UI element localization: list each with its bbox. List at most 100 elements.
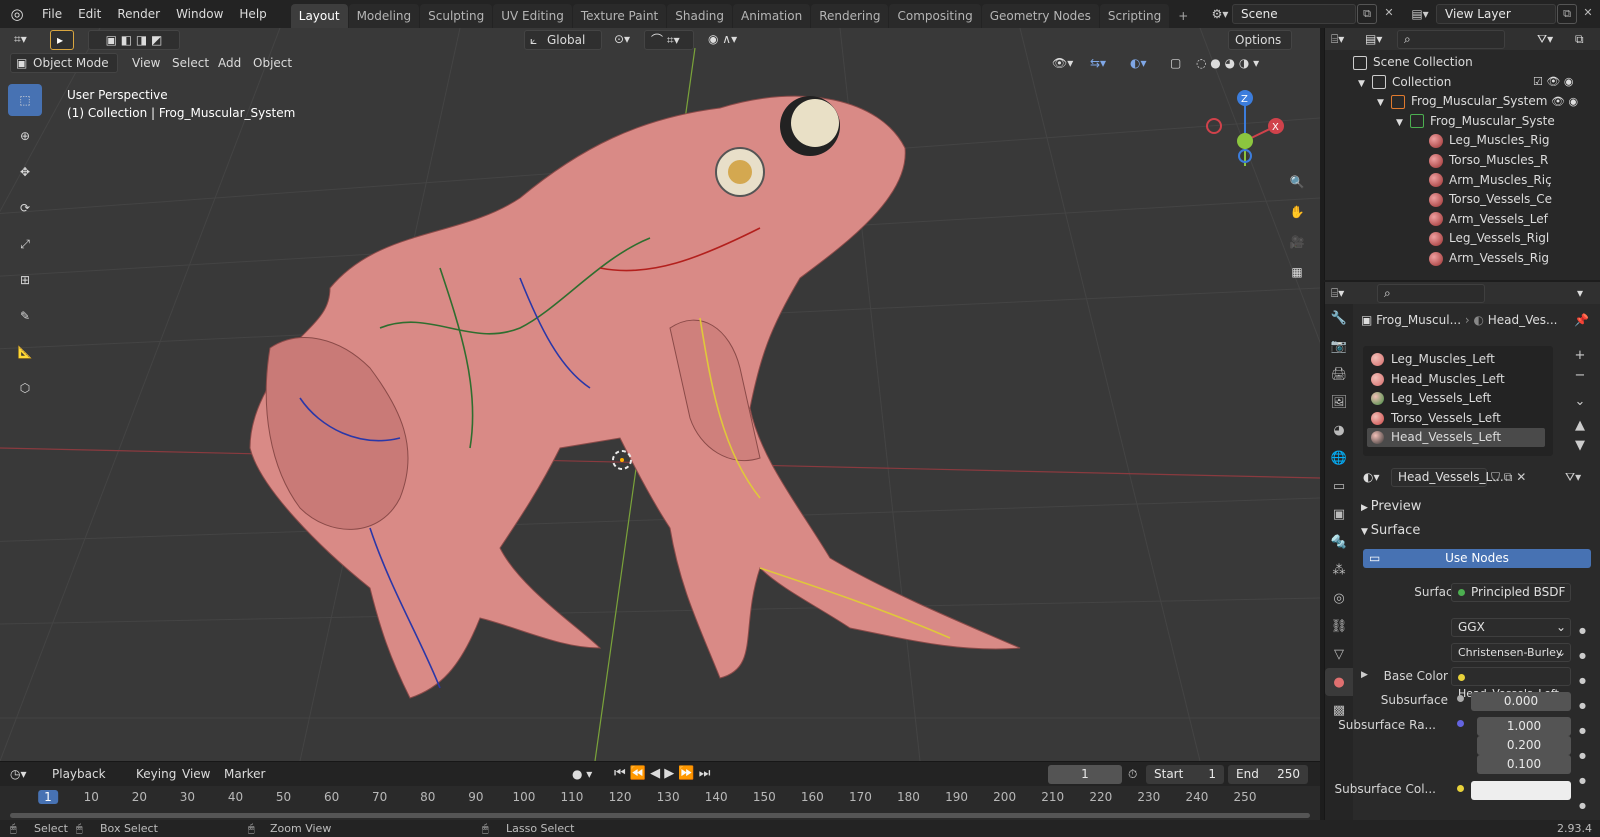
view-layer-name-field[interactable]: View Layer — [1436, 4, 1556, 24]
3d-viewport[interactable]: ⌗▾ ▸ ▣ ◧ ◨ ◩ ⟀ Global ⊙▾ ⌒ ⌗▾ ◉ ∧▾ Optio… — [0, 28, 1320, 761]
delete-scene-icon[interactable]: ✕ — [1379, 4, 1399, 24]
editor-type-icon[interactable]: ⌗▾ — [8, 30, 40, 50]
add-slot-icon[interactable]: + — [1571, 346, 1589, 366]
outliner-row[interactable]: Arm_Vessels_Lef — [1325, 209, 1600, 229]
properties-editor-type-icon[interactable]: ⌸▾ — [1331, 283, 1344, 303]
gizmo-toggle-icon[interactable]: ⇆▾ — [1090, 53, 1122, 73]
transform-tool-icon[interactable]: ⊞ — [8, 264, 42, 296]
object-mode-dropdown[interactable]: ▣ Object Mode — [10, 53, 118, 73]
menu-object[interactable]: Object — [253, 53, 292, 73]
pivot-point-dropdown[interactable]: ⊙▾ — [608, 30, 638, 50]
start-frame-field[interactable]: Start 1 — [1146, 765, 1224, 784]
render-tab-icon[interactable]: 📷 — [1325, 332, 1353, 360]
tab-layout[interactable]: Layout — [290, 4, 348, 28]
display-mode-icon[interactable]: ▤▾ — [1365, 29, 1382, 49]
transform-orientation-dropdown[interactable]: ⟀ Global — [524, 30, 602, 50]
current-frame-field[interactable]: 1 — [1048, 765, 1122, 784]
subsurface-value-field[interactable]: 0.000 — [1471, 692, 1571, 711]
scene-selector-icon[interactable]: ⚙▾ — [1205, 4, 1235, 24]
tab-animation[interactable]: Animation — [733, 4, 811, 28]
move-slot-down-icon[interactable]: ▼ — [1571, 436, 1589, 456]
distribution-dropdown[interactable]: GGX ⌄ — [1451, 618, 1571, 637]
scale-tool-icon[interactable]: ⤢ — [8, 228, 42, 260]
ortho-grid-icon[interactable]: ▦ — [1283, 258, 1311, 286]
move-tool-icon[interactable]: ✥ — [8, 156, 42, 188]
material-slot[interactable]: Leg_Vessels_Left — [1367, 389, 1545, 408]
material-slot[interactable]: Head_Vessels_Left — [1367, 428, 1545, 448]
frame-ruler[interactable]: 1 10 20 30 40 50 60 70 80 90 100 110 120 130 140 150 160… — [0, 786, 1320, 810]
menu-keying[interactable]: Keying — [136, 764, 176, 784]
material-link-icon[interactable]: ⛛▾ — [1565, 468, 1595, 487]
outliner-row[interactable]: Arm_Muscles_Riç — [1325, 170, 1600, 190]
timeline-editor[interactable]: ◷▾ Playback Keying View Marker ● ▾ ⏮ ⏪ ◀… — [0, 761, 1320, 820]
view-layer-selector-icon[interactable]: ▤▾ — [1405, 4, 1435, 24]
tab-texture-paint[interactable]: Texture Paint — [572, 4, 667, 28]
menu-marker[interactable]: Marker — [224, 764, 265, 784]
options-dropdown[interactable]: Options — [1228, 30, 1292, 50]
menu-timeline-view[interactable]: View — [182, 764, 210, 784]
outliner-editor-type-icon[interactable]: ⌸▾ — [1331, 29, 1344, 49]
stopwatch-icon[interactable]: ⏱ — [1128, 764, 1137, 784]
material-actions-icons[interactable]: ⛉ ⧉ ✕ — [1491, 468, 1551, 487]
proportional-edit-icon[interactable]: ◉ ∧▾ — [702, 30, 748, 50]
outliner-row[interactable]: Torso_Vessels_Ce — [1325, 189, 1600, 209]
end-frame-field[interactable]: End 250 — [1228, 765, 1308, 784]
object-tab-icon[interactable]: ▣ — [1325, 500, 1353, 528]
add-cube-tool-icon[interactable]: ⬡ — [8, 372, 42, 404]
filter-icon[interactable]: ⛛▾ — [1537, 29, 1553, 49]
select-box-tool-icon[interactable]: ⬚ — [8, 84, 42, 116]
move-slot-up-icon[interactable]: ▲ — [1571, 416, 1589, 436]
tab-modeling[interactable]: Modeling — [348, 4, 420, 28]
outliner-row[interactable]: Leg_Vessels_Rigl — [1325, 228, 1600, 248]
outliner-row[interactable]: Leg_Muscles_Rig — [1325, 130, 1600, 150]
subsurface-radius-x[interactable]: 1.000 — [1477, 717, 1571, 736]
scene-tab-icon[interactable]: ◕ — [1325, 416, 1353, 444]
use-nodes-button[interactable]: ▭ Use Nodes — [1363, 549, 1591, 568]
new-collection-icon[interactable]: ⧉ — [1575, 29, 1584, 49]
menu-render[interactable]: Render — [109, 0, 168, 28]
subsurface-color-swatch[interactable] — [1471, 781, 1571, 800]
world-tab-icon[interactable]: 🌐 — [1325, 444, 1353, 472]
properties-editor[interactable]: ⌸▾ ⌕ ▾ 🔧 📷 🖨 🖼 ◕ 🌐 ▭ ▣ 🔩 ⁂ ◎ ⛓ ▽ ● ▩ ▣ F… — [1324, 282, 1600, 820]
subsurface-method-dropdown[interactable]: Christensen-Burley ⌄ — [1451, 643, 1571, 662]
pin-icon[interactable]: 📌 — [1574, 310, 1589, 330]
add-workspace-button[interactable]: + — [1170, 4, 1196, 28]
material-slot[interactable]: Head_Muscles_Left — [1367, 370, 1545, 389]
shading-mode-icons[interactable]: ◌ ● ◕ ◑ ▾ — [1196, 53, 1288, 73]
new-scene-icon[interactable]: ⧉ — [1357, 4, 1377, 24]
scene-name-field[interactable]: Scene — [1232, 4, 1356, 24]
tool-tab-icon[interactable]: 🔧 — [1325, 304, 1353, 332]
preview-panel-header[interactable]: ▶ Preview — [1361, 497, 1597, 517]
tab-scripting[interactable]: Scripting — [1099, 4, 1170, 28]
select-box-mode-icons[interactable]: ▣ ◧ ◨ ◩ — [88, 30, 180, 50]
constraints-tab-icon[interactable]: ⛓ — [1325, 612, 1353, 640]
xray-toggle-icon[interactable]: ▢ — [1170, 53, 1186, 73]
snap-toggle-icon[interactable]: ⌒ ⌗▾ — [644, 30, 694, 50]
modifier-tab-icon[interactable]: 🔩 — [1325, 528, 1353, 556]
navigation-gizmo[interactable]: Z X — [1200, 86, 1290, 196]
outliner-search-input[interactable]: ⌕ — [1397, 30, 1505, 49]
keyframe-toggle-icon[interactable]: ● ▾ — [572, 764, 592, 784]
outliner-row[interactable]: Arm_Vessels_Rig — [1325, 248, 1600, 268]
tab-uv-editing[interactable]: UV Editing — [493, 4, 572, 28]
menu-view[interactable]: View — [132, 53, 160, 73]
surface-panel-header[interactable]: ▼ Surface — [1361, 521, 1597, 541]
measure-tool-icon[interactable]: 📐 — [8, 336, 42, 368]
tab-shading[interactable]: Shading — [667, 4, 732, 28]
material-slot[interactable]: Leg_Muscles_Left — [1367, 350, 1545, 369]
pan-hand-icon[interactable]: ✋ — [1283, 198, 1311, 226]
tab-sculpting[interactable]: Sculpting — [420, 4, 493, 28]
tab-compositing[interactable]: Compositing — [889, 4, 981, 28]
material-selector-icon[interactable]: ◐▾ — [1363, 468, 1391, 487]
menu-select[interactable]: Select — [172, 53, 209, 73]
remove-slot-icon[interactable]: − — [1571, 366, 1589, 386]
collection-checkbox-icon[interactable]: ☑ 👁 ◉ — [1533, 72, 1593, 92]
material-name-field[interactable]: Head_Vessels_L... — [1391, 468, 1504, 487]
visibility-dropdown-icon[interactable]: 👁▾ — [1052, 53, 1084, 73]
slot-specials-icon[interactable]: ⌄ — [1571, 392, 1589, 412]
base-color-field[interactable]: Head_Vessels_Left... — [1451, 667, 1571, 700]
outliner-row[interactable]: ▼ Frog_Muscular_Syste — [1325, 111, 1600, 131]
menu-add[interactable]: Add — [218, 53, 241, 73]
menu-edit[interactable]: Edit — [70, 0, 109, 28]
blender-logo-icon[interactable]: ◎ — [0, 0, 34, 28]
